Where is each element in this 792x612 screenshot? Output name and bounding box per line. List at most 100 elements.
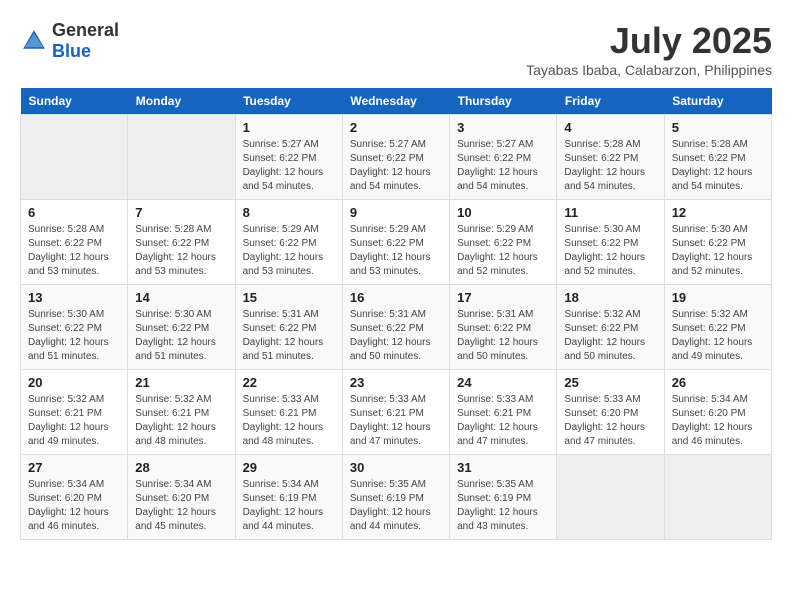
calendar-cell: 20 Sunrise: 5:32 AM Sunset: 6:21 PM Dayli… [21,370,128,455]
day-info: Sunrise: 5:32 AM Sunset: 6:21 PM Dayligh… [28,393,120,449]
day-number: 12 [672,205,764,220]
calendar-table: SundayMondayTuesdayWednesdayThursdayFrid… [20,88,772,540]
day-number: 20 [28,375,120,390]
day-number: 11 [564,205,656,220]
day-info: Sunrise: 5:34 AM Sunset: 6:20 PM Dayligh… [28,478,120,534]
calendar-cell: 31 Sunrise: 5:35 AM Sunset: 6:19 PM Dayli… [450,455,557,540]
day-of-week-header: Thursday [450,88,557,115]
calendar-cell: 8 Sunrise: 5:29 AM Sunset: 6:22 PM Daylig… [235,200,342,285]
day-info: Sunrise: 5:31 AM Sunset: 6:22 PM Dayligh… [457,308,549,364]
calendar-cell: 9 Sunrise: 5:29 AM Sunset: 6:22 PM Daylig… [342,200,449,285]
calendar-cell: 16Sunrise: 5:31 AM Sunset: 6:22 PM Dayli… [342,285,449,370]
day-info: Sunrise: 5:30 AM Sunset: 6:22 PM Dayligh… [672,223,764,279]
day-number: 31 [457,460,549,475]
day-info: Sunrise: 5:32 AM Sunset: 6:22 PM Dayligh… [564,308,656,364]
calendar-cell: 19 Sunrise: 5:32 AM Sunset: 6:22 PM Dayli… [664,285,771,370]
calendar-week-row: 1 Sunrise: 5:27 AM Sunset: 6:22 PM Daylig… [21,115,772,200]
day-number: 25 [564,375,656,390]
calendar-cell: 5 Sunrise: 5:28 AM Sunset: 6:22 PM Daylig… [664,115,771,200]
calendar-cell: 7 Sunrise: 5:28 AM Sunset: 6:22 PM Daylig… [128,200,235,285]
day-number: 22 [243,375,335,390]
day-number: 4 [564,120,656,135]
logo-icon [20,27,48,55]
calendar-cell: 15 Sunrise: 5:31 AM Sunset: 6:22 PM Dayli… [235,285,342,370]
calendar-cell: 4 Sunrise: 5:28 AM Sunset: 6:22 PM Daylig… [557,115,664,200]
calendar-cell: 6Sunrise: 5:28 AM Sunset: 6:22 PM Daylig… [21,200,128,285]
subtitle: Tayabas Ibaba, Calabarzon, Philippines [526,62,772,78]
calendar-week-row: 20 Sunrise: 5:32 AM Sunset: 6:21 PM Dayli… [21,370,772,455]
calendar-header-row: SundayMondayTuesdayWednesdayThursdayFrid… [21,88,772,115]
day-of-week-header: Saturday [664,88,771,115]
day-of-week-header: Friday [557,88,664,115]
calendar-cell: 18 Sunrise: 5:32 AM Sunset: 6:22 PM Dayli… [557,285,664,370]
day-of-week-header: Sunday [21,88,128,115]
day-info: Sunrise: 5:29 AM Sunset: 6:22 PM Dayligh… [350,223,442,279]
day-number: 18 [564,290,656,305]
calendar-cell: 11Sunrise: 5:30 AM Sunset: 6:22 PM Dayli… [557,200,664,285]
day-number: 7 [135,205,227,220]
day-info: Sunrise: 5:34 AM Sunset: 6:19 PM Dayligh… [243,478,335,534]
day-number: 23 [350,375,442,390]
day-info: Sunrise: 5:33 AM Sunset: 6:20 PM Dayligh… [564,393,656,449]
calendar-cell: 23 Sunrise: 5:33 AM Sunset: 6:21 PM Dayli… [342,370,449,455]
day-number: 1 [243,120,335,135]
calendar-week-row: 13Sunrise: 5:30 AM Sunset: 6:22 PM Dayli… [21,285,772,370]
calendar-cell: 24 Sunrise: 5:33 AM Sunset: 6:21 PM Dayli… [450,370,557,455]
calendar-cell: 17 Sunrise: 5:31 AM Sunset: 6:22 PM Dayli… [450,285,557,370]
day-info: Sunrise: 5:34 AM Sunset: 6:20 PM Dayligh… [135,478,227,534]
day-number: 15 [243,290,335,305]
day-info: Sunrise: 5:28 AM Sunset: 6:22 PM Dayligh… [564,138,656,194]
calendar-cell: 14Sunrise: 5:30 AM Sunset: 6:22 PM Dayli… [128,285,235,370]
day-info: Sunrise: 5:31 AM Sunset: 6:22 PM Dayligh… [243,308,335,364]
day-number: 21 [135,375,227,390]
day-info: Sunrise: 5:30 AM Sunset: 6:22 PM Dayligh… [135,308,227,364]
day-number: 2 [350,120,442,135]
day-info: Sunrise: 5:27 AM Sunset: 6:22 PM Dayligh… [243,138,335,194]
day-number: 9 [350,205,442,220]
day-info: Sunrise: 5:33 AM Sunset: 6:21 PM Dayligh… [457,393,549,449]
day-number: 29 [243,460,335,475]
day-info: Sunrise: 5:29 AM Sunset: 6:22 PM Dayligh… [243,223,335,279]
calendar-cell: 27 Sunrise: 5:34 AM Sunset: 6:20 PM Dayli… [21,455,128,540]
calendar-week-row: 27 Sunrise: 5:34 AM Sunset: 6:20 PM Dayli… [21,455,772,540]
page-header: General Blue July 2025 Tayabas Ibaba, Ca… [20,20,772,78]
day-number: 8 [243,205,335,220]
day-number: 17 [457,290,549,305]
calendar-cell [128,115,235,200]
day-number: 19 [672,290,764,305]
day-of-week-header: Tuesday [235,88,342,115]
calendar-cell: 13Sunrise: 5:30 AM Sunset: 6:22 PM Dayli… [21,285,128,370]
day-number: 24 [457,375,549,390]
calendar-cell [557,455,664,540]
day-info: Sunrise: 5:29 AM Sunset: 6:22 PM Dayligh… [457,223,549,279]
day-info: Sunrise: 5:27 AM Sunset: 6:22 PM Dayligh… [457,138,549,194]
calendar-cell: 25 Sunrise: 5:33 AM Sunset: 6:20 PM Dayli… [557,370,664,455]
calendar-cell: 2 Sunrise: 5:27 AM Sunset: 6:22 PM Daylig… [342,115,449,200]
day-of-week-header: Monday [128,88,235,115]
day-info: Sunrise: 5:33 AM Sunset: 6:21 PM Dayligh… [350,393,442,449]
day-info: Sunrise: 5:27 AM Sunset: 6:22 PM Dayligh… [350,138,442,194]
day-info: Sunrise: 5:35 AM Sunset: 6:19 PM Dayligh… [350,478,442,534]
day-info: Sunrise: 5:28 AM Sunset: 6:22 PM Dayligh… [672,138,764,194]
day-info: Sunrise: 5:32 AM Sunset: 6:22 PM Dayligh… [672,308,764,364]
day-number: 5 [672,120,764,135]
day-number: 28 [135,460,227,475]
logo-blue: Blue [52,41,91,61]
day-info: Sunrise: 5:33 AM Sunset: 6:21 PM Dayligh… [243,393,335,449]
day-info: Sunrise: 5:34 AM Sunset: 6:20 PM Dayligh… [672,393,764,449]
calendar-cell [664,455,771,540]
calendar-cell: 3Sunrise: 5:27 AM Sunset: 6:22 PM Daylig… [450,115,557,200]
calendar-cell: 26Sunrise: 5:34 AM Sunset: 6:20 PM Dayli… [664,370,771,455]
day-number: 10 [457,205,549,220]
day-info: Sunrise: 5:28 AM Sunset: 6:22 PM Dayligh… [135,223,227,279]
day-number: 30 [350,460,442,475]
calendar-cell: 22 Sunrise: 5:33 AM Sunset: 6:21 PM Dayli… [235,370,342,455]
calendar-cell [21,115,128,200]
day-number: 27 [28,460,120,475]
calendar-cell: 21 Sunrise: 5:32 AM Sunset: 6:21 PM Dayli… [128,370,235,455]
day-info: Sunrise: 5:32 AM Sunset: 6:21 PM Dayligh… [135,393,227,449]
day-info: Sunrise: 5:35 AM Sunset: 6:19 PM Dayligh… [457,478,549,534]
calendar-cell: 1 Sunrise: 5:27 AM Sunset: 6:22 PM Daylig… [235,115,342,200]
calendar-cell: 28 Sunrise: 5:34 AM Sunset: 6:20 PM Dayli… [128,455,235,540]
logo-general: General [52,20,119,40]
